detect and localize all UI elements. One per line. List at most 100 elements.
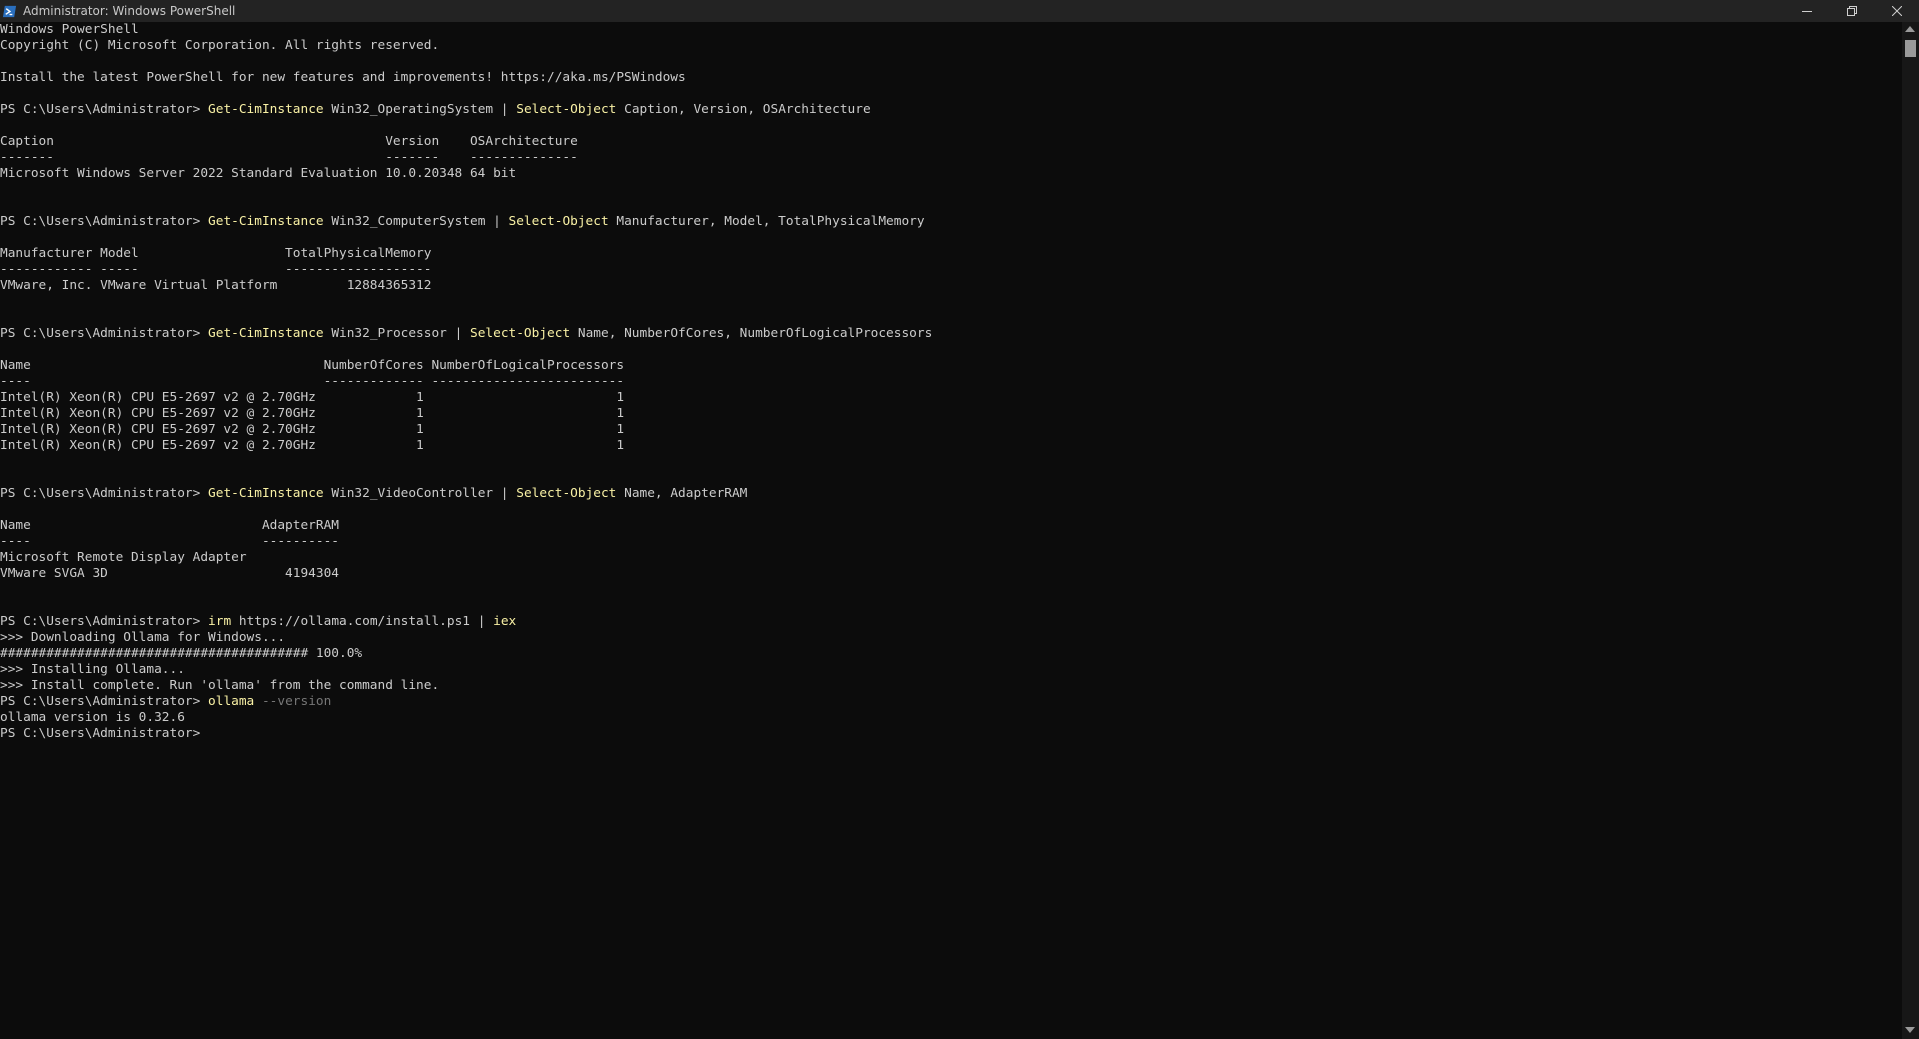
title-bar[interactable]: Administrator: Windows PowerShell	[0, 0, 1919, 22]
console-line: Name AdapterRAM	[0, 518, 1900, 534]
console-output[interactable]: Windows PowerShell Copyright (C) Microsof…	[0, 22, 1900, 1039]
console-text: >>> Install complete. Run 'ollama' from …	[0, 678, 440, 693]
parameter-token: --version	[254, 694, 332, 709]
scrollbar-thumb[interactable]	[1905, 40, 1916, 57]
console-line: Intel(R) Xeon(R) CPU E5-2697 v2 @ 2.70GH…	[0, 406, 1900, 422]
console-text: Name, AdapterRAM	[616, 486, 748, 501]
console-text: Microsoft Windows Server 2022 Standard E…	[0, 166, 517, 181]
command-token: ollama	[208, 694, 255, 709]
console-line: PS C:\Users\Administrator>	[0, 726, 1900, 742]
command-token: Get-CimInstance	[208, 102, 324, 117]
console-text: VMware SVGA 3D 4194304	[0, 566, 339, 581]
powershell-window: Administrator: Windows PowerShell Window…	[0, 0, 1919, 1039]
console-text: https://ollama.com/install.ps1 |	[231, 614, 494, 629]
console-line: Caption Version OSArchitecture	[0, 134, 1900, 150]
console-text: Caption, Version, OSArchitecture	[616, 102, 871, 117]
console-line: PS C:\Users\Administrator> ollama --vers…	[0, 694, 1900, 710]
command-token: irm	[208, 614, 232, 629]
console-text: Name NumberOfCores NumberOfLogicalProces…	[0, 358, 625, 373]
scroll-down-arrow-icon[interactable]	[1905, 1027, 1915, 1033]
restore-icon	[1846, 6, 1857, 16]
console-text: Win32_ComputerSystem |	[323, 214, 509, 229]
console-line: Intel(R) Xeon(R) CPU E5-2697 v2 @ 2.70GH…	[0, 390, 1900, 406]
console-text: ---- ------------- ---------------------…	[0, 374, 625, 389]
console-line: ########################################…	[0, 646, 1900, 662]
console-line: Name NumberOfCores NumberOfLogicalProces…	[0, 358, 1900, 374]
console-line: ------- ------- --------------	[0, 150, 1900, 166]
console-line: Copyright (C) Microsoft Corporation. All…	[0, 38, 1900, 54]
command-token: Select-Object	[508, 214, 609, 229]
console-line: VMware, Inc. VMware Virtual Platform 128…	[0, 278, 1900, 294]
console-text: Microsoft Remote Display Adapter	[0, 550, 247, 565]
console-text: Manufacturer Model TotalPhysicalMemory	[0, 246, 432, 261]
console-line: PS C:\Users\Administrator> irm https://o…	[0, 614, 1900, 630]
console-text: ---- ----------	[0, 534, 339, 549]
console-text: PS C:\Users\Administrator>	[0, 326, 209, 341]
console-line: ---- ------------- ---------------------…	[0, 374, 1900, 390]
console-line: Intel(R) Xeon(R) CPU E5-2697 v2 @ 2.70GH…	[0, 422, 1900, 438]
console-text: Intel(R) Xeon(R) CPU E5-2697 v2 @ 2.70GH…	[0, 422, 625, 437]
console-text: >>> Installing Ollama...	[0, 662, 185, 677]
command-token: Get-CimInstance	[208, 486, 324, 501]
console-text: Win32_Processor |	[323, 326, 470, 341]
console-text: ########################################…	[0, 646, 363, 661]
console-text: Intel(R) Xeon(R) CPU E5-2697 v2 @ 2.70GH…	[0, 406, 625, 421]
console-text: Name AdapterRAM	[0, 518, 339, 533]
console-line: >>> Install complete. Run 'ollama' from …	[0, 678, 1900, 694]
console-text: PS C:\Users\Administrator>	[0, 614, 209, 629]
console-line: PS C:\Users\Administrator> Get-CimInstan…	[0, 486, 1900, 502]
command-token: Select-Object	[470, 326, 571, 341]
command-token: Select-Object	[516, 486, 617, 501]
command-token: Get-CimInstance	[208, 214, 324, 229]
console-line: ---- ----------	[0, 534, 1900, 550]
console-text: PS C:\Users\Administrator>	[0, 694, 209, 709]
vertical-scrollbar[interactable]	[1902, 22, 1919, 1039]
console-text: Install the latest PowerShell for new fe…	[0, 70, 686, 85]
console-line: ollama version is 0.32.6	[0, 710, 1900, 726]
minimize-button[interactable]	[1784, 0, 1829, 22]
console-text: PS C:\Users\Administrator>	[0, 102, 209, 117]
console-line: >>> Installing Ollama...	[0, 662, 1900, 678]
console-line: Intel(R) Xeon(R) CPU E5-2697 v2 @ 2.70GH…	[0, 438, 1900, 454]
console-line: PS C:\Users\Administrator> Get-CimInstan…	[0, 326, 1900, 342]
window-title: Administrator: Windows PowerShell	[23, 4, 236, 18]
console-line: Install the latest PowerShell for new fe…	[0, 70, 1900, 86]
close-icon	[1891, 6, 1902, 16]
command-token: Select-Object	[516, 102, 617, 117]
close-button[interactable]	[1874, 0, 1919, 22]
console-text: Intel(R) Xeon(R) CPU E5-2697 v2 @ 2.70GH…	[0, 390, 625, 405]
console-text: VMware, Inc. VMware Virtual Platform 128…	[0, 278, 432, 293]
console-text: Copyright (C) Microsoft Corporation. All…	[0, 38, 440, 53]
console-text: PS C:\Users\Administrator>	[0, 214, 209, 229]
console-text: >>> Downloading Ollama for Windows...	[0, 630, 286, 645]
console-text: Manufacturer, Model, TotalPhysicalMemory	[608, 214, 925, 229]
powershell-icon	[2, 5, 17, 17]
restore-button[interactable]	[1829, 0, 1874, 22]
command-token: iex	[493, 614, 517, 629]
scroll-up-arrow-icon[interactable]	[1905, 26, 1915, 32]
console-text: Windows PowerShell	[0, 22, 139, 37]
console-text: PS C:\Users\Administrator>	[0, 486, 209, 501]
console-text: Intel(R) Xeon(R) CPU E5-2697 v2 @ 2.70GH…	[0, 438, 625, 453]
console-text: PS C:\Users\Administrator>	[0, 726, 201, 741]
console-line: Microsoft Remote Display Adapter	[0, 550, 1900, 566]
command-token: Get-CimInstance	[208, 326, 324, 341]
console-line: Windows PowerShell	[0, 22, 1900, 38]
console-line: Microsoft Windows Server 2022 Standard E…	[0, 166, 1900, 182]
console-text: ------------ ----- -------------------	[0, 262, 432, 277]
minimize-icon	[1801, 11, 1812, 12]
console-line: >>> Downloading Ollama for Windows...	[0, 630, 1900, 646]
